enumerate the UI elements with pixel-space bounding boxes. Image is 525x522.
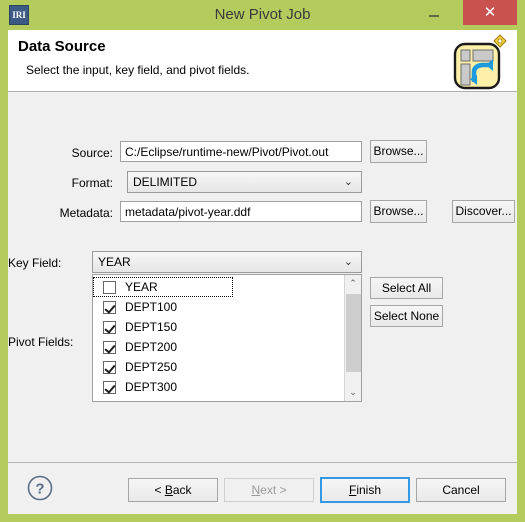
list-item[interactable]: DEPT250 <box>93 357 345 377</box>
back-suffix: ack <box>172 483 192 497</box>
key-field-combobox[interactable]: YEAR ⌄ <box>92 251 362 273</box>
new-pivot-job-window: IRI New Pivot Job ✕ Data Source Select t… <box>0 0 525 522</box>
svg-text:?: ? <box>35 481 44 498</box>
checkbox-checked-icon[interactable] <box>103 300 116 314</box>
list-item[interactable]: DEPT300 <box>93 377 345 397</box>
minimize-icon <box>429 15 439 17</box>
scrollbar-thumb[interactable] <box>346 294 361 372</box>
list-item[interactable]: DEPT150 <box>93 317 345 337</box>
close-button[interactable]: ✕ <box>463 0 517 25</box>
source-input[interactable] <box>120 141 362 162</box>
format-label: Format: <box>71 176 113 190</box>
content-area: Source: Browse... Format: DELIMITED ⌄ Me… <box>8 92 517 462</box>
scroll-up-icon[interactable]: ⌃ <box>345 275 361 292</box>
page-description: Select the input, key field, and pivot f… <box>26 63 250 77</box>
checkbox-checked-icon[interactable] <box>103 380 116 394</box>
list-item-label: DEPT150 <box>125 320 178 334</box>
checkbox-unchecked-icon[interactable] <box>103 280 116 294</box>
minimize-button[interactable] <box>414 0 454 25</box>
cancel-button[interactable]: Cancel <box>416 478 506 502</box>
format-combobox[interactable]: DELIMITED ⌄ <box>127 171 362 193</box>
next-mnemonic: N <box>251 483 261 497</box>
select-none-button[interactable]: Select None <box>370 305 443 327</box>
chevron-down-icon: ⌄ <box>343 256 353 268</box>
back-mnemonic: B <box>164 483 173 497</box>
metadata-browse-button[interactable]: Browse... <box>370 200 427 223</box>
checkbox-checked-icon[interactable] <box>103 360 116 374</box>
pivot-fields-label: Pivot Fields: <box>8 335 74 349</box>
key-field-label: Key Field: <box>8 256 62 270</box>
pivot-fields-scrollbar[interactable]: ⌃ ⌄ <box>344 275 361 401</box>
source-browse-button[interactable]: Browse... <box>370 140 427 163</box>
list-item-label: DEPT200 <box>125 340 178 354</box>
chevron-down-icon: ⌄ <box>343 176 353 188</box>
pivot-fields-listbox[interactable]: YEAR DEPT100 DEPT150 DEPT200 DEPT250 DEPT300 … <box>92 274 362 402</box>
metadata-discover-button[interactable]: Discover... <box>452 200 515 223</box>
format-value: DELIMITED <box>133 175 198 189</box>
list-item-label: DEPT250 <box>125 360 178 374</box>
wizard-header: Data Source Select the input, key field,… <box>8 30 517 92</box>
checkbox-checked-icon[interactable] <box>103 320 116 334</box>
dialog-body: Data Source Select the input, key field,… <box>8 30 517 514</box>
list-item-label: DEPT100 <box>125 300 178 314</box>
pivot-table-icon <box>441 32 507 91</box>
next-suffix: ext > <box>260 483 287 497</box>
finish-suffix: inish <box>356 483 382 497</box>
back-button[interactable]: < Back <box>128 478 218 502</box>
page-title: Data Source <box>18 38 106 55</box>
back-prefix: < <box>154 483 165 497</box>
source-label: Source: <box>71 146 113 160</box>
scroll-down-icon[interactable]: ⌄ <box>345 384 361 401</box>
list-item[interactable]: YEAR <box>93 277 233 297</box>
wizard-button-bar: ? < Back Next > Finish Cancel <box>8 462 517 514</box>
select-all-button[interactable]: Select All <box>370 277 443 299</box>
pivot-fields-list: YEAR DEPT100 DEPT150 DEPT200 DEPT250 DEPT300 <box>93 275 345 397</box>
list-item[interactable]: DEPT200 <box>93 337 345 357</box>
key-field-value: YEAR <box>98 255 131 269</box>
metadata-input[interactable] <box>120 201 362 222</box>
help-icon[interactable]: ? <box>26 474 54 502</box>
list-item-label: DEPT300 <box>125 380 178 394</box>
close-icon: ✕ <box>483 4 497 21</box>
next-button: Next > <box>224 478 314 502</box>
title-bar[interactable]: IRI New Pivot Job ✕ <box>0 0 525 30</box>
metadata-label: Metadata: <box>59 206 113 220</box>
checkbox-checked-icon[interactable] <box>103 340 116 354</box>
list-item[interactable]: DEPT100 <box>93 297 345 317</box>
finish-button[interactable]: Finish <box>320 477 410 503</box>
list-item-label: YEAR <box>125 280 158 294</box>
